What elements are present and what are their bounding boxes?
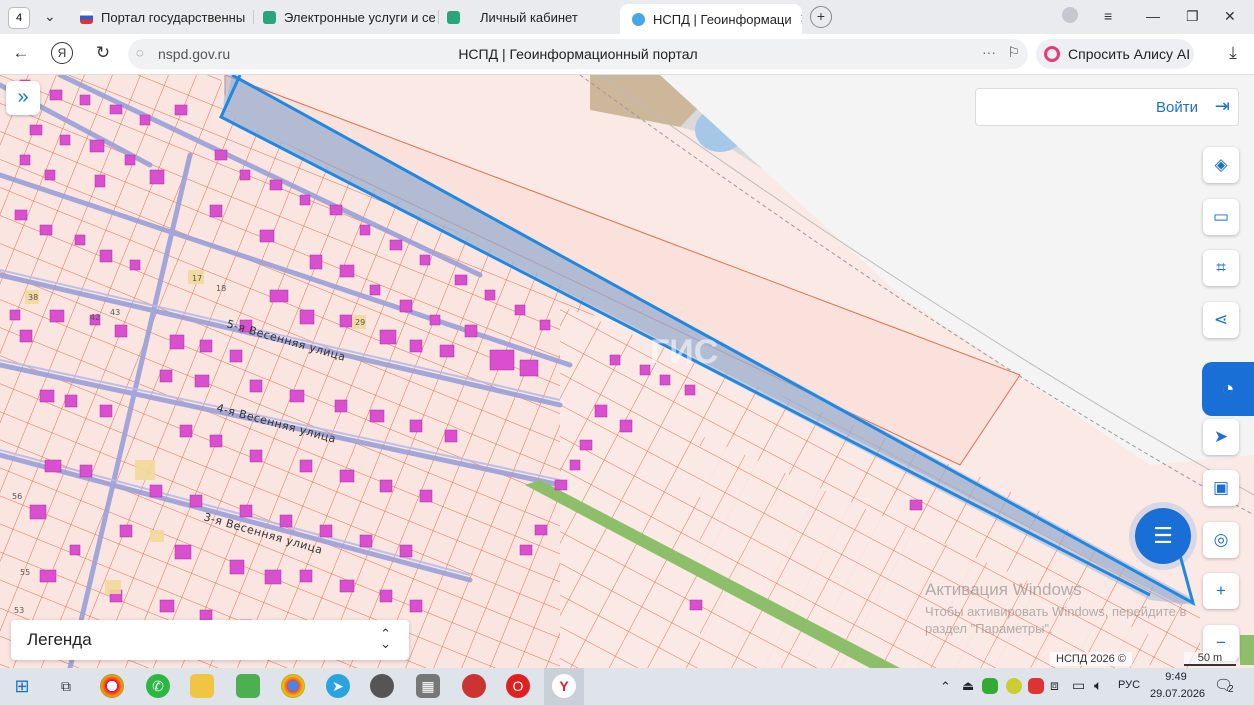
language-indicator[interactable]: РУС bbox=[1118, 679, 1140, 691]
tray-app-icon[interactable] bbox=[1006, 678, 1022, 694]
more-icon[interactable]: ··· bbox=[982, 44, 996, 60]
house-number: 38 bbox=[28, 293, 38, 302]
clock-date[interactable]: 29.07.2026 bbox=[1150, 688, 1205, 700]
yandex-browser-taskbar-icon[interactable]: Y bbox=[544, 668, 584, 705]
display-icon[interactable]: ▭ bbox=[1072, 677, 1085, 694]
tab-label: НСПД | Геоинформаци bbox=[653, 11, 792, 27]
zoom-in-button[interactable]: + bbox=[1203, 573, 1239, 609]
network-icon[interactable]: ⧈ bbox=[1050, 677, 1059, 694]
house-number: 53 bbox=[14, 606, 24, 615]
whatsapp-icon[interactable]: ✆ bbox=[146, 674, 170, 698]
tray-app-icon[interactable] bbox=[1028, 678, 1044, 694]
reload-icon[interactable]: ↻ bbox=[92, 43, 114, 63]
chat-icon[interactable]: ☰ bbox=[1135, 508, 1191, 564]
house-number: 17 bbox=[192, 274, 202, 283]
tab-gosportal[interactable]: Портал государственных bbox=[80, 4, 245, 30]
house-number: 42 bbox=[90, 313, 100, 322]
yandex-icon[interactable]: Я bbox=[51, 42, 73, 64]
url-field[interactable]: ◌ nspd.gov.ru НСПД | Геоинформационный п… bbox=[128, 39, 1028, 69]
alice-icon bbox=[1044, 46, 1060, 62]
browser-tab-bar: 4 ⌄ Портал государственных Электронные у… bbox=[0, 0, 1254, 34]
calculator-icon[interactable]: ▦ bbox=[416, 674, 440, 698]
usb-icon[interactable]: ⏏ bbox=[962, 678, 974, 694]
windows-activation-text: Чтобы активировать Windows, перейдите в … bbox=[925, 604, 1187, 636]
house-number: 18 bbox=[216, 284, 226, 293]
download-icon[interactable]: ⤓ bbox=[1222, 43, 1244, 63]
house-number: 29 bbox=[355, 318, 365, 327]
map-canvas[interactable]: 17 18 29 38 42 43 56 55 53 5-я Весенняя … bbox=[0, 75, 1254, 668]
area-search-icon[interactable]: ⌗ bbox=[1203, 250, 1239, 286]
tab-label: Портал государственных bbox=[101, 9, 245, 25]
legend-panel[interactable]: Легенда ⌃ ⌄ bbox=[11, 620, 409, 660]
tab-count-button[interactable]: 4 bbox=[8, 7, 30, 29]
share-icon[interactable]: ⋖ bbox=[1203, 302, 1239, 338]
address-bar: ← Я ↻ ◌ nspd.gov.ru НСПД | Геоинформацио… bbox=[0, 34, 1254, 75]
layers-icon[interactable]: ◈ bbox=[1203, 147, 1239, 183]
tab-label: Электронные услуги и се bbox=[284, 9, 435, 25]
tabs-dropdown-icon[interactable]: ⌄ bbox=[44, 8, 56, 25]
tab-nspd[interactable]: НСПД | Геоинформаци ✕ bbox=[620, 4, 802, 34]
opera-icon[interactable]: O bbox=[506, 674, 530, 698]
expand-legend-icon: ⌃ ⌄ bbox=[380, 626, 391, 651]
scale-bar: 50 m bbox=[1184, 652, 1236, 666]
geolocation-icon[interactable]: ➤ bbox=[1203, 419, 1239, 455]
restore-icon[interactable]: ❐ bbox=[1186, 8, 1199, 25]
profile-icon[interactable] bbox=[1062, 7, 1078, 23]
browser-app-icon[interactable] bbox=[100, 674, 124, 698]
app-icon[interactable] bbox=[462, 674, 486, 698]
minimize-icon[interactable]: — bbox=[1146, 8, 1160, 24]
house-number: 43 bbox=[110, 308, 120, 317]
close-window-icon[interactable]: ✕ bbox=[1224, 8, 1236, 25]
minimap-icon[interactable]: ▣ bbox=[1203, 470, 1239, 506]
ruler-icon[interactable]: ▭ bbox=[1203, 199, 1239, 235]
tab-eservices[interactable]: Электронные услуги и се bbox=[263, 4, 435, 30]
map-watermark: ГИС bbox=[650, 333, 718, 371]
search-point-icon[interactable]: ◎ bbox=[1203, 522, 1239, 558]
windows-activation-title: Активация Windows bbox=[925, 580, 1082, 599]
file-explorer-icon[interactable] bbox=[190, 674, 214, 698]
notification-count: 2 bbox=[1228, 684, 1234, 695]
alice-label: Спросить Алису AI bbox=[1068, 46, 1191, 62]
new-tab-icon[interactable]: + bbox=[810, 6, 832, 28]
tray-expand-icon[interactable]: ⌃ bbox=[940, 679, 951, 695]
gosuslugi-icon bbox=[447, 10, 460, 24]
close-tab-icon[interactable]: ✕ bbox=[800, 11, 802, 27]
telegram-icon[interactable]: ➤ bbox=[326, 674, 350, 698]
app-icon[interactable] bbox=[370, 674, 394, 698]
volume-icon[interactable]: 🔈︎ bbox=[1094, 677, 1102, 694]
gosuslugi-icon bbox=[263, 10, 276, 24]
expand-panel-button[interactable]: » bbox=[6, 81, 40, 115]
login-button[interactable]: Войти ⇥ bbox=[975, 88, 1239, 126]
clock-time[interactable]: 9:49 bbox=[1150, 671, 1202, 683]
windows-taskbar: ⊞ ⧉ ✆ ➤ ▦ O Y ⌃ ⏏ ⧈ ▭ 🔈︎ РУС 9:49 29.07.… bbox=[0, 668, 1254, 705]
start-icon[interactable]: ⊞ bbox=[10, 674, 34, 698]
ask-alice-button[interactable]: Спросить Алису AI bbox=[1036, 39, 1194, 69]
back-icon[interactable]: ← bbox=[10, 43, 32, 63]
flag-icon bbox=[80, 10, 93, 24]
legend-label: Легенда bbox=[27, 630, 92, 649]
house-number: 55 bbox=[20, 568, 30, 577]
house-number: 56 bbox=[12, 492, 22, 501]
task-view-icon[interactable]: ⧉ bbox=[54, 674, 78, 698]
login-label: Войти bbox=[1156, 99, 1198, 116]
map-copyright: НСПД 2026 © bbox=[1050, 652, 1132, 666]
bookmark-icon[interactable]: ⚐ bbox=[1007, 44, 1020, 61]
nspd-icon bbox=[632, 12, 645, 26]
tab-label: Личный кабинет bbox=[480, 9, 578, 25]
app-icon[interactable] bbox=[236, 674, 260, 698]
gosuslugi-widget-icon[interactable]: ◔ bbox=[1202, 362, 1254, 416]
menu-icon[interactable]: ≡ bbox=[1104, 8, 1112, 24]
tray-app-icon[interactable] bbox=[982, 678, 998, 694]
login-icon: ⇥ bbox=[1214, 96, 1230, 116]
page-title: НСПД | Геоинформационный портал bbox=[458, 46, 698, 62]
chrome-icon[interactable] bbox=[281, 674, 305, 698]
tab-cabinet[interactable]: Личный кабинет bbox=[447, 4, 607, 30]
